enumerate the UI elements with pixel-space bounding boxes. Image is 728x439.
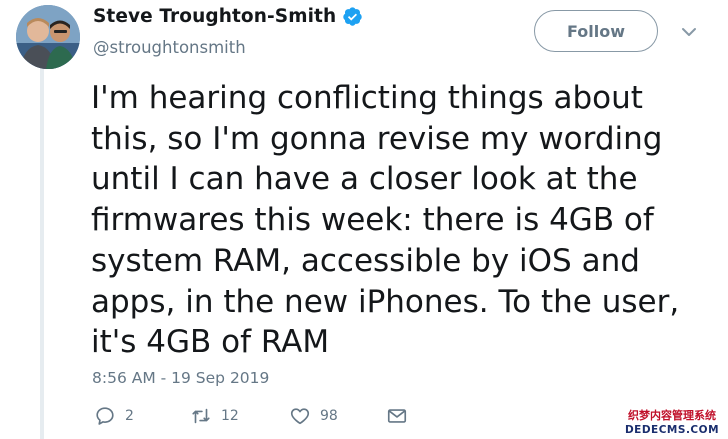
tweet-text-line: this, so I'm gonna revise my wording [91, 120, 663, 157]
tweet-text-line: firmwares this week: there is 4GB of [91, 202, 654, 239]
verified-badge-icon [343, 7, 362, 26]
direct-message-button[interactable] [386, 405, 408, 427]
reply-button[interactable]: 2 [94, 405, 134, 427]
retweet-count: 12 [221, 408, 239, 424]
tweet-text-line: I'm hearing conflicting things about [91, 80, 643, 116]
heart-icon [290, 408, 310, 425]
watermark-top-text: 织梦内容管理系统 [628, 409, 716, 422]
like-count: 98 [320, 408, 338, 424]
reply-icon [96, 407, 114, 425]
tweet-text: I'm hearing conflicting things about thi… [91, 78, 721, 363]
tweet-timestamp[interactable]: 8:56 AM - 19 Sep 2019 [92, 369, 269, 387]
tweet-text-line: apps, in the new iPhones. To the user, [91, 283, 680, 320]
thread-line [40, 66, 44, 439]
author-display-name[interactable]: Steve Troughton-Smith [93, 6, 336, 27]
tweet-text-line: it's 4GB of RAM [91, 324, 330, 361]
retweet-icon [192, 408, 210, 424]
envelope-icon [387, 409, 407, 423]
author-handle[interactable]: @stroughtonsmith [93, 38, 246, 57]
like-button[interactable]: 98 [289, 405, 338, 427]
avatar[interactable] [16, 5, 80, 69]
watermark: 织梦内容管理系统 DEDECMS.COM [616, 407, 728, 439]
tweet-text-line: until I can have a closer look at the [91, 161, 638, 198]
tweet-text-line: system RAM, accessible by iOS and [91, 242, 640, 279]
reply-count: 2 [125, 408, 134, 424]
avatar-photo [16, 5, 80, 69]
follow-button[interactable]: Follow [534, 10, 658, 52]
author-name-row: Steve Troughton-Smith [93, 6, 363, 27]
watermark-bottom-text: DEDECMS.COM [624, 424, 720, 436]
retweet-button[interactable]: 12 [190, 405, 239, 427]
chevron-down-icon[interactable] [679, 25, 699, 39]
